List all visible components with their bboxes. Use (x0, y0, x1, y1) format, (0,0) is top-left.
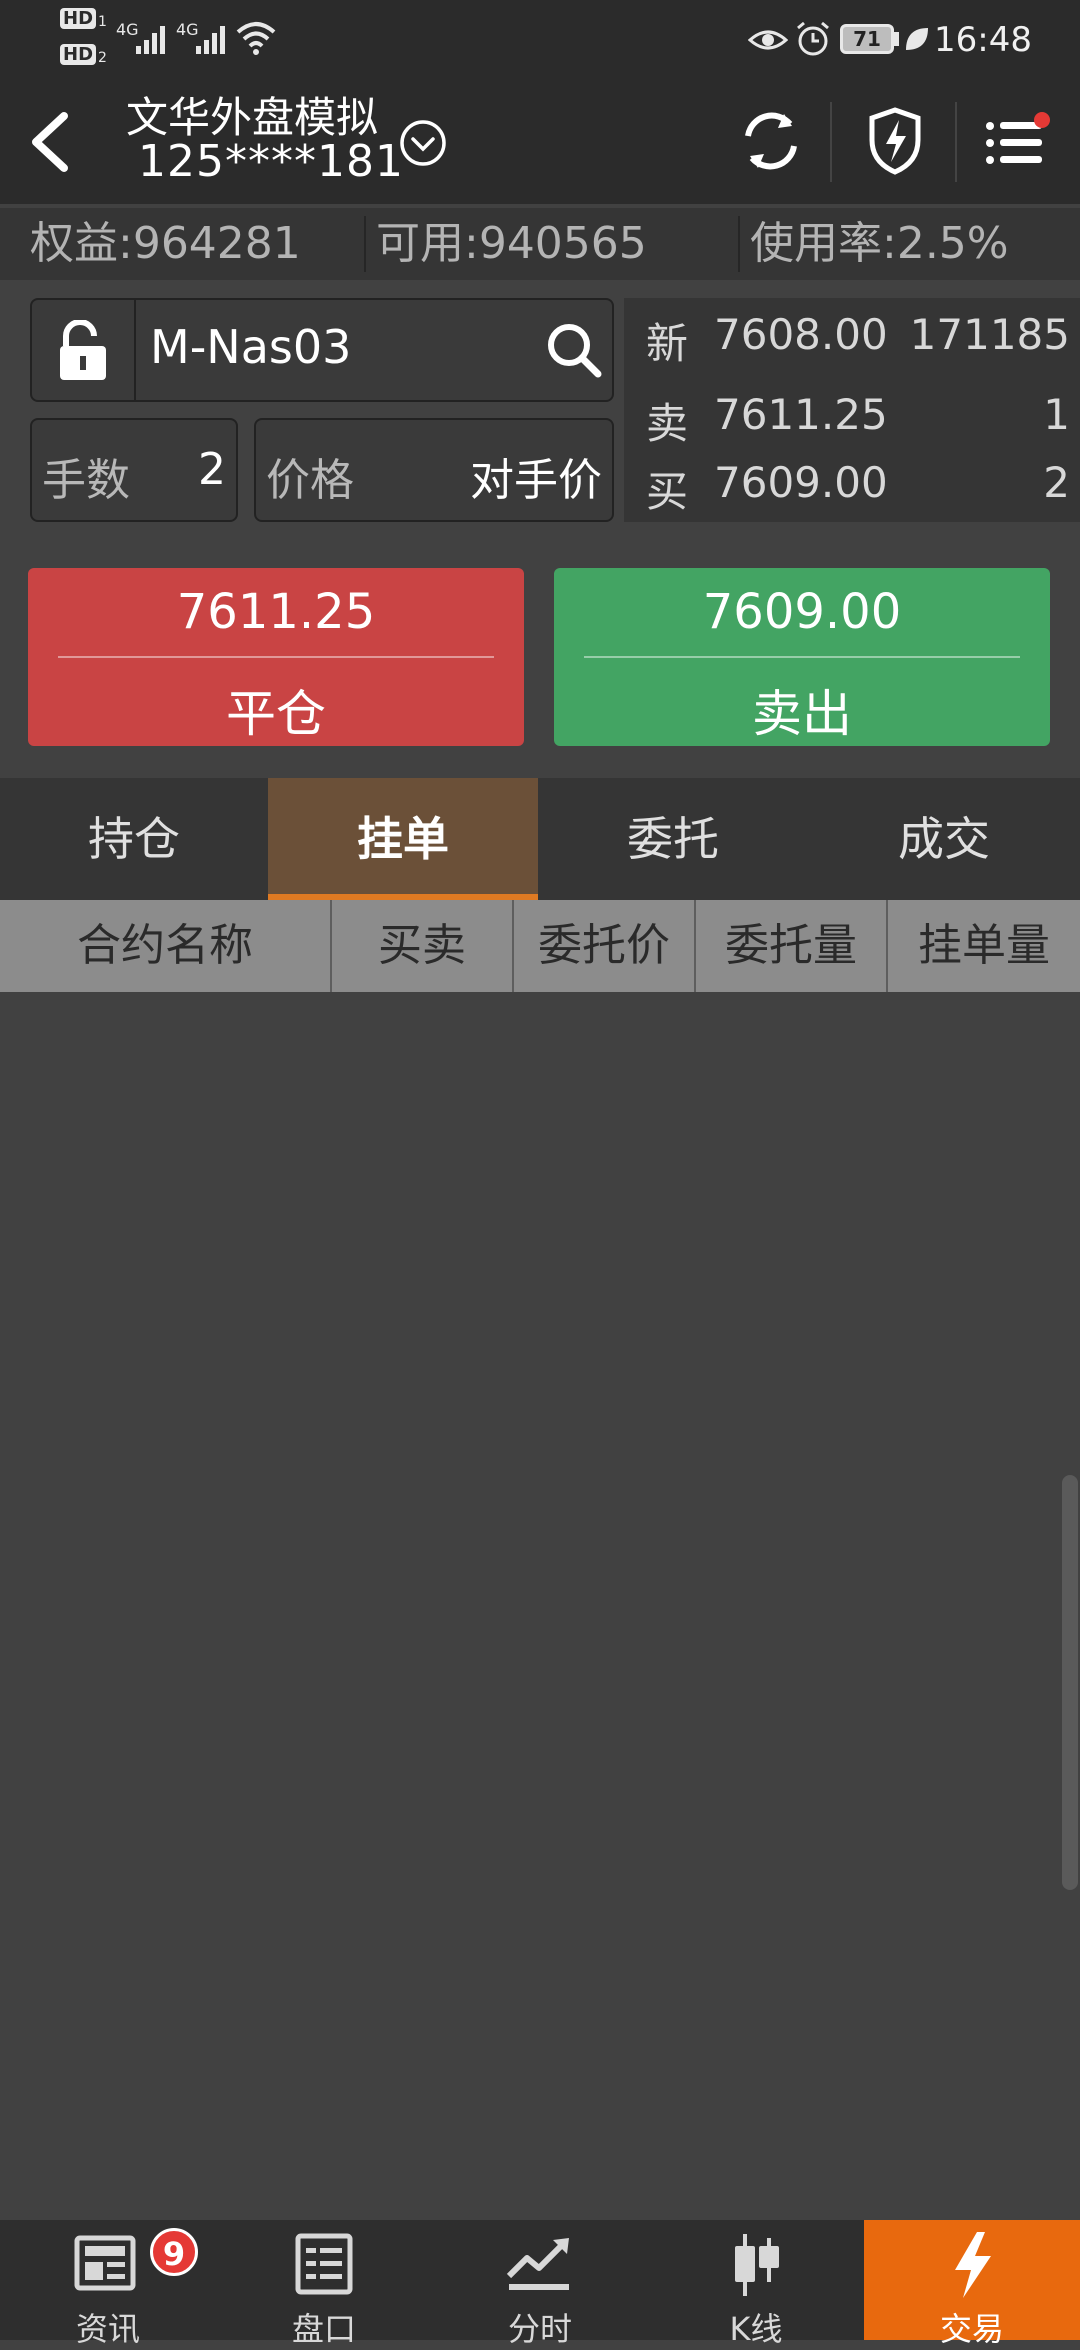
button-divider (58, 656, 494, 658)
lots-input[interactable]: 手数 2 (30, 418, 238, 522)
bid-price: 7609.00 (714, 458, 888, 507)
lots-label: 手数 (42, 455, 130, 506)
app-header: 文华外盘模拟 125****181 (0, 80, 1080, 204)
battery-icon: 71 (840, 24, 894, 54)
table-header: 合约名称 买卖 委托价 委托量 挂单量 (0, 900, 1080, 992)
sell-label: 卖出 (752, 685, 852, 743)
tab-pending-orders[interactable]: 挂单 (268, 778, 538, 900)
column-header-pending-qty[interactable]: 挂单量 (888, 900, 1080, 992)
nav-label: K线 (729, 2310, 783, 2348)
status-bar: HD 1 HD 2 4G 4G 71 16:48 (0, 0, 1080, 80)
quote-panel: 新 7608.00 171185 卖 7611.25 1 买 7609.00 2 (624, 298, 1080, 522)
last-price: 7608.00 (714, 310, 888, 359)
hd1-indicator: HD (60, 8, 97, 29)
news-badge: 9 (150, 2228, 198, 2276)
news-icon (74, 2235, 136, 2291)
battery-level: 71 (853, 27, 881, 51)
status-time: 16:48 (934, 20, 1032, 60)
symbol-selector[interactable]: M-Nas03 (30, 298, 614, 402)
search-icon[interactable] (544, 320, 604, 380)
column-header-side[interactable]: 买卖 (332, 900, 512, 992)
price-label: 价格 (266, 455, 354, 506)
hd2-indicator: HD (60, 44, 97, 65)
table-body (0, 992, 1080, 2220)
signal-icon (196, 26, 225, 54)
sell-button[interactable]: 7609.00 卖出 (554, 568, 1050, 746)
account-number: 125****181 (138, 136, 404, 187)
close-label: 平仓 (226, 685, 326, 743)
available-value: 可用:940565 (376, 218, 647, 269)
price-type-selector[interactable]: 价格 对手价 (254, 418, 614, 522)
tab-orders[interactable]: 委托 (538, 778, 808, 900)
alarm-icon (797, 21, 829, 56)
back-arrow-icon[interactable] (26, 110, 76, 174)
close-position-button[interactable]: 7611.25 平仓 (28, 568, 524, 746)
close-price: 7611.25 (176, 584, 376, 640)
ask-quantity: 1 (1043, 390, 1070, 439)
chevron-down-icon[interactable] (398, 118, 448, 168)
unlock-icon (60, 320, 106, 380)
nav-orderbook[interactable]: 盘口 (216, 2220, 432, 2348)
nav-kline[interactable]: K线 (648, 2220, 864, 2348)
column-header-order-qty[interactable]: 委托量 (696, 900, 886, 992)
wifi-icon (236, 22, 276, 55)
scrollbar[interactable] (1062, 1475, 1078, 1890)
sell-price: 7609.00 (702, 584, 902, 640)
timeshare-icon (506, 2238, 569, 2290)
column-header-order-price[interactable]: 委托价 (514, 900, 694, 992)
battery-tip (894, 32, 899, 46)
nav-trade[interactable]: 交易 (864, 2220, 1080, 2348)
bid-quantity: 2 (1043, 458, 1070, 507)
tab-trades[interactable]: 成交 (808, 778, 1080, 900)
divider (364, 216, 366, 272)
bottom-navigation: 9 资讯 盘口 分时 K线 交易 (0, 2220, 1080, 2348)
shield-lightning-icon[interactable] (866, 106, 924, 176)
header-divider (955, 102, 957, 182)
button-divider (584, 656, 1020, 658)
hd1-sub: 1 (98, 14, 107, 30)
signal-icon (136, 26, 165, 54)
nav-label: 交易 (939, 2310, 1004, 2348)
power-saving-leaf-icon (906, 28, 928, 50)
nav-label: 盘口 (291, 2310, 356, 2348)
usage-rate: 使用率:2.5% (750, 218, 1009, 269)
ask-price: 7611.25 (714, 390, 888, 439)
symbol-input[interactable]: M-Nas03 (150, 320, 351, 374)
volume: 171185 (909, 310, 1070, 359)
tab-positions[interactable]: 持仓 (0, 778, 268, 900)
refresh-icon[interactable] (740, 108, 802, 174)
nav-news[interactable]: 9 资讯 (0, 2220, 216, 2348)
eye-comfort-icon (748, 30, 788, 50)
bid-label: 买 (646, 467, 689, 516)
equity-value: 权益:964281 (30, 218, 301, 269)
last-price-label: 新 (646, 319, 689, 368)
header-divider (830, 102, 832, 182)
price-type-value[interactable]: 对手价 (470, 444, 602, 508)
account-summary-bar: 权益:964281 可用:940565 使用率:2.5% (0, 208, 1080, 280)
order-tabs: 持仓 挂单 委托 成交 (0, 778, 1080, 900)
candlestick-icon (735, 2234, 779, 2296)
ask-label: 卖 (646, 399, 689, 448)
hd2-sub: 2 (98, 50, 107, 66)
nav-label: 分时 (507, 2310, 572, 2348)
lots-value[interactable]: 2 (198, 444, 226, 495)
lightning-icon (955, 2232, 991, 2298)
lock-toggle[interactable] (32, 300, 136, 400)
column-header-contract[interactable]: 合约名称 (0, 900, 330, 992)
orderbook-icon (295, 2233, 353, 2295)
nav-label: 资讯 (75, 2310, 140, 2348)
menu-list-icon[interactable] (984, 112, 1054, 170)
divider (738, 216, 740, 272)
nav-timeshare[interactable]: 分时 (432, 2220, 648, 2348)
